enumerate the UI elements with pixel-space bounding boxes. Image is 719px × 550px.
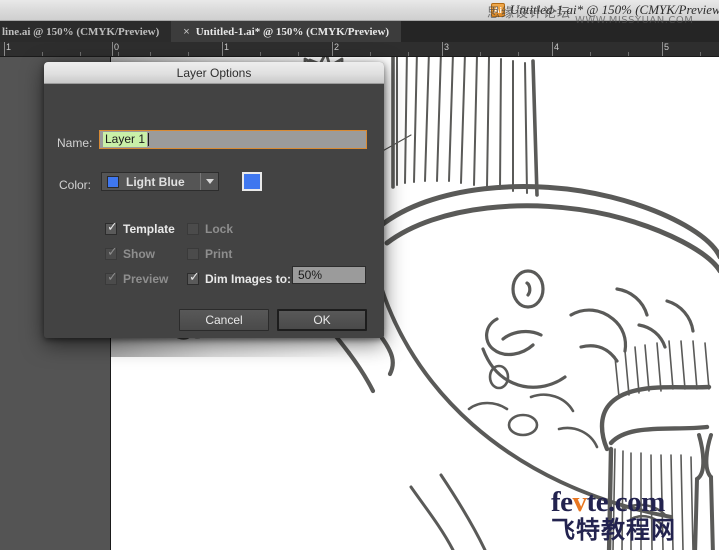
checkbox-box[interactable]: ✓	[105, 248, 117, 260]
chevron-down-icon[interactable]	[201, 179, 218, 184]
document-tab-bar: line.ai @ 150% (CMYK/Preview) × Untitled…	[0, 21, 719, 42]
checkbox-label: Lock	[205, 222, 233, 236]
tab-label: line.ai @ 150% (CMYK/Preview)	[2, 26, 159, 38]
ruler-tick-label: 0	[112, 42, 119, 53]
layer-color-chip[interactable]	[242, 172, 262, 191]
checkbox-show[interactable]: ✓ Show	[105, 247, 155, 261]
tab-label: Untitled-1.ai* @ 150% (CMYK/Preview)	[196, 26, 389, 38]
layer-color-value: Light Blue	[126, 175, 200, 189]
checkbox-lock[interactable]: Lock	[187, 222, 233, 236]
ruler-tick-label: 1	[4, 42, 11, 53]
checkbox-label: Show	[123, 247, 155, 261]
checkbox-label: Print	[205, 247, 232, 261]
check-icon: ✓	[107, 221, 118, 234]
check-icon: ✓	[189, 271, 200, 284]
checkbox-preview[interactable]: ✓ Preview	[105, 272, 168, 286]
ruler-tick-label: 1	[222, 42, 229, 53]
color-swatch-icon	[107, 176, 119, 188]
os-title-wrap: Ai Untitled-1.ai* @ 150% (CMYK/Preview)	[491, 2, 719, 18]
check-icon: ✓	[107, 271, 118, 284]
os-title-bar: Ai Untitled-1.ai* @ 150% (CMYK/Preview)	[0, 0, 719, 21]
tab-untitled-1-ai[interactable]: × Untitled-1.ai* @ 150% (CMYK/Preview)	[171, 21, 401, 42]
check-icon: ✓	[107, 246, 118, 259]
layer-name-input[interactable]: Layer 1	[99, 130, 367, 149]
checkbox-box[interactable]: ✓	[105, 223, 117, 235]
horizontal-ruler[interactable]: 1 0 1 2 3 4 5	[0, 42, 719, 57]
ruler-tick-label: 2	[332, 42, 339, 53]
layer-options-dialog: Layer Options Name: Layer 1 Color: Light…	[44, 62, 384, 338]
checkbox-label: Preview	[123, 272, 168, 286]
close-icon[interactable]: ×	[183, 26, 189, 38]
dialog-body: Name: Layer 1 Color: Light Blue ✓ Templa…	[44, 84, 384, 338]
layer-color-dropdown[interactable]: Light Blue	[101, 172, 219, 191]
checkbox-box[interactable]	[187, 248, 199, 260]
dim-images-input[interactable]: 50%	[292, 266, 366, 284]
ruler-tick-label: 3	[442, 42, 449, 53]
checkbox-box[interactable]	[187, 223, 199, 235]
ok-button[interactable]: OK	[277, 309, 367, 331]
dialog-title-bar[interactable]: Layer Options	[44, 62, 384, 84]
checkbox-box[interactable]: ✓	[187, 273, 199, 285]
os-window-title: Untitled-1.ai* @ 150% (CMYK/Preview)	[510, 2, 719, 18]
ai-app-icon: Ai	[491, 3, 505, 17]
illustrator-window: Ai Untitled-1.ai* @ 150% (CMYK/Preview) …	[0, 0, 719, 550]
text-caret	[148, 133, 149, 146]
checkbox-dim-images[interactable]: ✓ Dim Images to:	[187, 272, 291, 286]
dialog-title: Layer Options	[177, 66, 252, 80]
ruler-tick-label: 5	[662, 42, 669, 53]
checkbox-label: Dim Images to:	[205, 272, 291, 286]
layer-name-value: Layer 1	[103, 132, 147, 147]
dim-images-value: 50%	[298, 268, 322, 282]
name-label: Name:	[57, 136, 92, 150]
tab-line-ai[interactable]: line.ai @ 150% (CMYK/Preview)	[0, 21, 171, 42]
ruler-tick-label: 4	[552, 42, 559, 53]
checkbox-template[interactable]: ✓ Template	[105, 222, 175, 236]
color-label: Color:	[59, 178, 91, 192]
checkbox-box[interactable]: ✓	[105, 273, 117, 285]
checkbox-print[interactable]: Print	[187, 247, 232, 261]
checkbox-label: Template	[123, 222, 175, 236]
cancel-button[interactable]: Cancel	[179, 309, 269, 331]
